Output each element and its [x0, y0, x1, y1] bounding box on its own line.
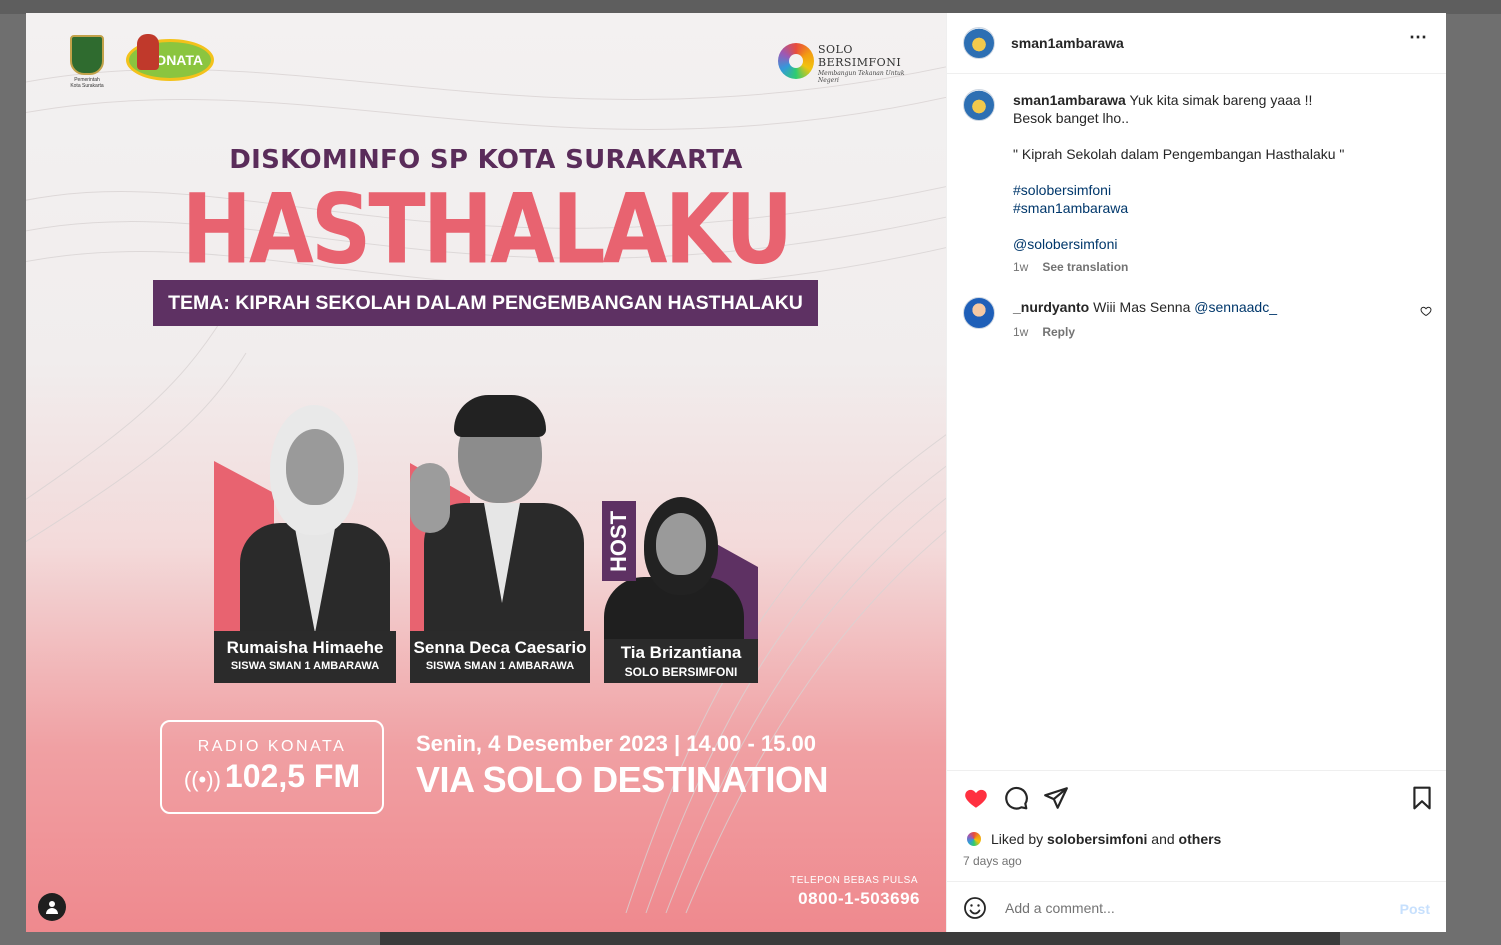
user-icon [46, 901, 58, 914]
comment-item: _nurdyanto Wiii Mas Senna @sennaadc_ [1013, 299, 1277, 315]
poster-title: HASTHALAKU [181, 173, 794, 286]
tel-number: 0800-1-503696 [798, 889, 920, 908]
poster-theme-bar: TEMA: KIPRAH SEKOLAH DALAM PENGEMBANGAN … [153, 280, 818, 326]
flower-logo-icon [778, 43, 814, 79]
speaker-1-name: Rumaisha Himaehe [226, 638, 384, 657]
comment-like-heart-icon[interactable] [1420, 305, 1432, 317]
bookmark-icon[interactable] [1409, 785, 1435, 811]
host-card: HOST Tia Brizantiana SOLO BERSIMFONI [602, 497, 758, 683]
post-caption: sman1ambarawa Yuk kita simak bareng yaaa… [1013, 91, 1423, 253]
caption-line-3 [1013, 127, 1423, 145]
share-icon[interactable] [1043, 785, 1069, 811]
caption-time: 1w [1013, 260, 1029, 274]
solo-logo-tagline: Membangun Tekanan Untuk Negeri [818, 70, 905, 84]
tel-label: TELEPON BEBAS PULSA [790, 875, 918, 886]
commenter-avatar[interactable] [963, 297, 995, 329]
caption-avatar[interactable] [963, 89, 995, 121]
comment-text: Wiii Mas Senna [1093, 299, 1191, 315]
post-actions: Liked by solobersimfoni and others 7 day… [947, 770, 1446, 933]
tagged-users-button[interactable] [38, 893, 66, 921]
caption-username[interactable]: sman1ambarawa [1013, 92, 1126, 108]
comment-meta: 1w Reply [1013, 325, 1075, 339]
see-translation-button[interactable]: See translation [1042, 260, 1128, 274]
solo-logo-line2: BERSIMFONI [818, 56, 902, 69]
radio-frequency: 102,5 FM [224, 758, 361, 794]
comment-input[interactable] [1003, 899, 1367, 917]
author-username[interactable]: sman1ambarawa [1011, 35, 1124, 51]
comment-mention[interactable]: @sennaadc_ [1194, 299, 1277, 315]
post-image[interactable]: Pemerintah Kota Surakarta KONATA SOLO BE… [26, 13, 946, 932]
hashtag-solobersimfoni[interactable]: #solobersimfoni [1013, 181, 1423, 199]
reply-button[interactable]: Reply [1042, 325, 1075, 339]
liked-by-others[interactable]: others [1179, 831, 1222, 847]
broadcast-icon: ((•)) [183, 767, 221, 792]
comment-icon[interactable] [1003, 785, 1029, 811]
radio-label: RADIO KONATA [197, 738, 347, 755]
poster-organizer: DISKOMINFO SP KOTA SURAKARTA [229, 145, 743, 175]
host-label: HOST [602, 501, 636, 581]
emoji-icon[interactable] [963, 896, 987, 920]
host-name: Tia Brizantiana [620, 643, 742, 662]
post-comment-button[interactable]: Post [1400, 901, 1430, 917]
konata-logo: KONATA [126, 34, 214, 81]
liker-avatar[interactable] [965, 830, 983, 848]
add-comment-row: Post [947, 881, 1446, 934]
shield-emblem-icon [70, 35, 104, 75]
liked-by-and: and [1151, 831, 1175, 847]
commenter-username[interactable]: _nurdyanto [1013, 299, 1089, 315]
caption-line-2: Besok banget lho.. [1013, 110, 1129, 126]
speaker-1-namebox: Rumaisha Himaehe SISWA SMAN 1 AMBARAWA [214, 631, 396, 683]
event-channel: VIA SOLO DESTINATION [416, 759, 829, 800]
host-role: SOLO BERSIMFONI [624, 665, 738, 679]
solo-bersimfoni-logo: SOLO BERSIMFONI Membangun Tekanan Untuk … [778, 43, 918, 84]
liked-by-line: Liked by solobersimfoni and others [991, 831, 1221, 847]
speaker-2-name: Senna Deca Caesario [413, 638, 587, 657]
speaker-1-role: SISWA SMAN 1 AMBARAWA [230, 660, 380, 672]
more-options-icon[interactable]: ⋯ [1409, 27, 1428, 48]
solo-logo-line1: SOLO [818, 43, 853, 56]
liked-by-prefix: Liked by [991, 831, 1044, 847]
post-header: sman1ambarawa ⋯ [947, 13, 1446, 74]
pemkot-caption: Pemerintah Kota Surakarta [70, 77, 104, 89]
caption-meta: 1w See translation [1013, 260, 1128, 274]
comment-time: 1w [1013, 325, 1029, 339]
caption-line-4: " Kiprah Sekolah dalam Pengembangan Hast… [1013, 146, 1345, 162]
caption-line-1: Yuk kita simak bareng yaaa !! [1129, 92, 1313, 108]
mention-solobersimfoni[interactable]: @solobersimfoni [1013, 235, 1423, 253]
speaker-card-1: Rumaisha Himaehe SISWA SMAN 1 AMBARAWA [214, 393, 396, 683]
like-heart-icon[interactable] [963, 785, 989, 811]
speaker-2-role: SISWA SMAN 1 AMBARAWA [425, 660, 575, 672]
event-date: Senin, 4 Desember 2023 | 14.00 - 15.00 [416, 731, 816, 756]
background-strip [0, 0, 1501, 14]
speaker-2-namebox: Senna Deca Caesario SISWA SMAN 1 AMBARAW… [410, 631, 590, 683]
liked-by-user[interactable]: solobersimfoni [1047, 831, 1147, 847]
pemkot-surakarta-logo: Pemerintah Kota Surakarta [70, 35, 104, 89]
radio-badge: RADIO KONATA ((•)) 102,5 FM [160, 720, 384, 814]
post-modal: Pemerintah Kota Surakarta KONATA SOLO BE… [26, 13, 1446, 932]
hashtag-sman1ambarawa[interactable]: #sman1ambarawa [1013, 199, 1423, 217]
speaker-card-2: Senna Deca Caesario SISWA SMAN 1 AMBARAW… [410, 393, 590, 683]
author-avatar[interactable] [963, 27, 995, 59]
host-namebox: Tia Brizantiana SOLO BERSIMFONI [604, 639, 758, 683]
posted-time[interactable]: 7 days ago [963, 854, 1022, 868]
post-sidebar: sman1ambarawa ⋯ sman1ambarawa Yuk kita s… [946, 13, 1446, 932]
konata-mascot-icon [137, 34, 159, 70]
